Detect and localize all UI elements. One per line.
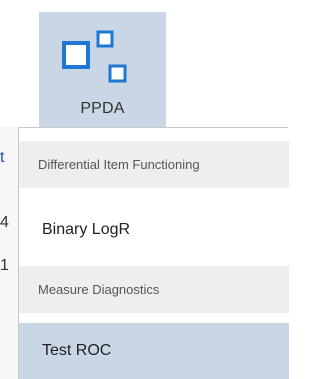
menu-section-header: Measure Diagnostics [19,266,289,313]
background-text-fragment: 1 [0,257,9,274]
menu-section-header: Differential Item Functioning [19,141,289,188]
ppda-ribbon-button[interactable]: PPDA [39,12,166,127]
menu-item-binary-logr[interactable]: Binary LogR [19,202,289,258]
menu-item-test-roc[interactable]: Test ROC [19,323,289,379]
ppda-dropdown-menu: Differential Item Functioning Binary Log… [18,127,289,379]
ppda-button-label: PPDA [80,100,125,117]
background-text-fragment: 4 [0,214,9,231]
background-text-fragment: t [0,149,5,166]
ppda-squares-icon [62,30,127,83]
